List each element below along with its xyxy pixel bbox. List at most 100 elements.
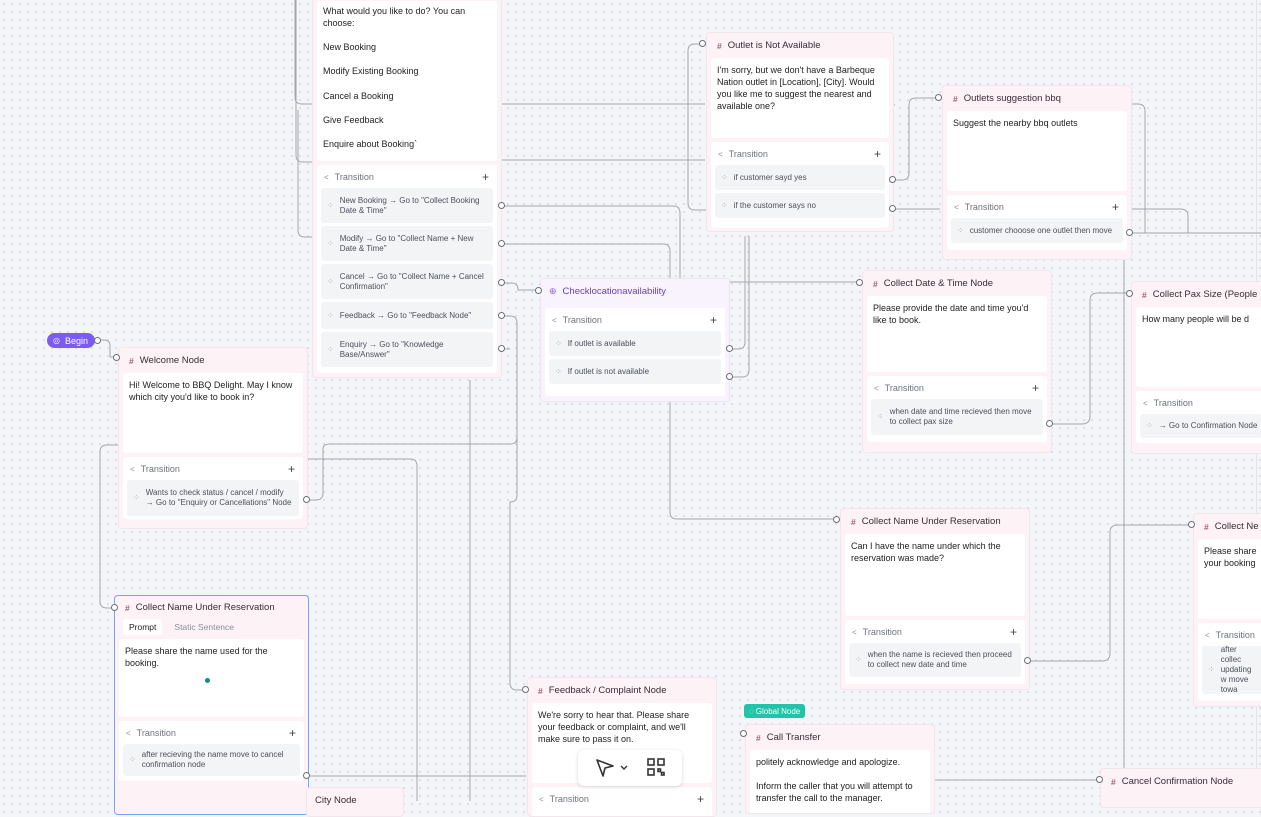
- connection-port[interactable]: [740, 730, 747, 737]
- connection-port[interactable]: [303, 496, 310, 503]
- node-prompt[interactable]: How many people will be d: [1136, 307, 1261, 387]
- hash-icon: #: [1142, 289, 1147, 300]
- add-transition-button[interactable]: +: [874, 148, 881, 160]
- add-transition-button[interactable]: +: [482, 171, 489, 183]
- connection-port[interactable]: [498, 345, 505, 352]
- outlet-not-available-node[interactable]: # Outlet is Not Available I'm sorry, but …: [706, 32, 894, 232]
- cancel-confirmation-node[interactable]: # Cancel Confirmation Node: [1100, 768, 1261, 808]
- transition-header: < Transition +: [718, 147, 881, 161]
- share-icon: <: [852, 627, 857, 637]
- connection-port[interactable]: [1188, 521, 1195, 528]
- add-transition-button[interactable]: +: [289, 727, 296, 739]
- transition-item[interactable]: ⁘ Cancel → Go to "Collect Name + Cancel C…: [321, 264, 493, 299]
- options-node[interactable]: What would you like to do? You can choos…: [312, 0, 502, 378]
- begin-node[interactable]: ◎ Begin: [47, 333, 96, 348]
- node-prompt[interactable]: politely acknowledge and apologize. Info…: [750, 750, 930, 813]
- connection-port[interactable]: [111, 604, 118, 611]
- tab-static-sentence[interactable]: Static Sentence: [168, 619, 240, 635]
- transition-item[interactable]: ⁘ If outlet is available: [549, 331, 721, 356]
- city-node[interactable]: City Node: [306, 787, 404, 817]
- node-title: Outlets suggestion bbq: [963, 93, 1061, 104]
- transition-item[interactable]: ⁘ Modify → Go to "Collect Name + New Date…: [321, 226, 493, 261]
- transition-item[interactable]: ⁘ → Go to Confirmation Node: [1140, 414, 1261, 438]
- edge: [307, 400, 518, 501]
- pointer-tool-button[interactable]: [594, 757, 629, 779]
- collect-name-node-left[interactable]: # Collect Name Under Reservation Prompt S…: [114, 595, 309, 815]
- node-header: # Welcome Node: [119, 348, 307, 373]
- node-prompt[interactable]: Please share your booking: [1198, 539, 1261, 619]
- transition-item[interactable]: ⁘ If outlet is not available: [549, 359, 721, 384]
- options-prompt[interactable]: What would you like to do? You can choos…: [317, 1, 497, 161]
- node-prompt[interactable]: Please share the name used for the booki…: [119, 639, 304, 717]
- transition-item[interactable]: ⁘ when date and time recieved then move t…: [871, 399, 1043, 435]
- transition-item[interactable]: ⁘ after recieving the name move to cancel…: [123, 744, 300, 776]
- connection-port[interactable]: [1126, 290, 1133, 297]
- add-transition-button[interactable]: +: [710, 314, 717, 326]
- welcome-node[interactable]: # Welcome Node Hi! Welcome to BBQ Delight…: [118, 347, 308, 529]
- connection-port[interactable]: [1096, 776, 1103, 783]
- outlets-suggestion-node[interactable]: # Outlets suggestion bbq Suggest the near…: [942, 85, 1132, 260]
- node-prompt[interactable]: Please provide the date and time you'd l…: [867, 296, 1047, 372]
- feedback-node[interactable]: # Feedback / Complaint Node We're sorry t…: [527, 677, 717, 817]
- connection-port[interactable]: [1046, 420, 1053, 427]
- transition-panel: < Transition + ⁘ New Booking → Go to "Coll…: [317, 165, 497, 373]
- transition-item[interactable]: ⁘ Wants to check status / cancel / modify…: [127, 480, 299, 516]
- connection-port[interactable]: [113, 354, 120, 361]
- connection-port[interactable]: [535, 287, 542, 294]
- connection-port[interactable]: [1024, 657, 1031, 664]
- prompt-line: Give Feedback: [323, 114, 384, 125]
- tab-prompt[interactable]: Prompt: [123, 619, 163, 635]
- node-header: # Collect Pax Size (People: [1132, 282, 1261, 307]
- connection-port[interactable]: [699, 40, 706, 47]
- connection-port[interactable]: [498, 279, 505, 286]
- connection-port[interactable]: [833, 516, 840, 523]
- connection-port[interactable]: [856, 279, 863, 286]
- connection-port[interactable]: [726, 345, 733, 352]
- hash-icon: #: [756, 732, 761, 743]
- prompt-line: New Booking: [323, 42, 377, 53]
- transition-item[interactable]: ⁘ customer chooose one outlet then move: [951, 218, 1123, 243]
- node-title: Collect Name Under Reservation: [861, 516, 1001, 527]
- connection-port[interactable]: [889, 205, 896, 212]
- connection-port[interactable]: [303, 772, 310, 779]
- node-prompt[interactable]: I'm sorry, but we don't have a Barbeque …: [711, 58, 889, 138]
- add-transition-button[interactable]: +: [1112, 201, 1119, 213]
- connection-port[interactable]: [498, 202, 505, 209]
- connection-port[interactable]: [935, 94, 942, 101]
- grid-icon: [646, 758, 665, 776]
- transition-item[interactable]: ⁘ Enquiry → Go to "Knowledge Base/Answer": [321, 332, 493, 367]
- node-prompt[interactable]: Can I have the name under which the rese…: [845, 534, 1025, 616]
- connection-port[interactable]: [1126, 229, 1133, 236]
- connection-port[interactable]: [498, 312, 505, 319]
- connection-port[interactable]: [726, 373, 733, 380]
- node-prompt[interactable]: Hi! Welcome to BBQ Delight. May I know w…: [123, 373, 303, 453]
- collect-new-node[interactable]: # Collect Ne Please share your booking < T…: [1193, 513, 1261, 707]
- collect-pax-node[interactable]: # Collect Pax Size (People How many peopl…: [1131, 281, 1261, 454]
- transition-item[interactable]: ⁘ if the customer says no: [715, 193, 885, 218]
- connection-port[interactable]: [522, 686, 529, 693]
- connection-port[interactable]: [889, 176, 896, 183]
- add-transition-button[interactable]: +: [697, 793, 704, 805]
- flow-canvas[interactable]: What would you like to do? You can choos…: [0, 0, 1261, 817]
- transition-item[interactable]: ⁘ if customer sayd yes: [715, 165, 885, 190]
- add-transition-button[interactable]: +: [1032, 382, 1039, 394]
- transition-panel: < Transition + ⁘ if customer sayd yes ⁘ if …: [711, 142, 889, 228]
- node-prompt[interactable]: Suggest the nearby bbq outlets: [947, 111, 1127, 191]
- node-header: # Cancel Confirmation Node: [1101, 769, 1261, 794]
- add-transition-button[interactable]: +: [288, 463, 295, 475]
- collect-date-time-node[interactable]: # Collect Date & Time Node Please provide…: [862, 270, 1052, 453]
- collect-name-node-mid[interactable]: # Collect Name Under Reservation Can I ha…: [840, 508, 1030, 690]
- hash-icon: #: [1204, 521, 1209, 532]
- prompt-line: What would you like to do? You can choos…: [323, 6, 466, 29]
- share-icon: <: [1205, 630, 1210, 640]
- connection-port[interactable]: [498, 240, 505, 247]
- transition-item[interactable]: ⁘ New Booking → Go to "Collect Booking Da…: [321, 188, 493, 223]
- transition-item[interactable]: ⁘ Feedback → Go to "Feedback Node": [321, 302, 493, 329]
- transition-item[interactable]: ⁘ after collec updating w move towa: [1202, 645, 1261, 694]
- layout-button[interactable]: [646, 757, 666, 779]
- add-transition-button[interactable]: +: [1010, 626, 1017, 638]
- check-availability-node[interactable]: ⊕ Checklocationavailability < Transition +…: [540, 278, 730, 402]
- connection-port[interactable]: [94, 337, 101, 344]
- drag-icon: ⁘: [855, 655, 862, 664]
- transition-item[interactable]: ⁘ when the name is recieved then proceed …: [849, 643, 1021, 677]
